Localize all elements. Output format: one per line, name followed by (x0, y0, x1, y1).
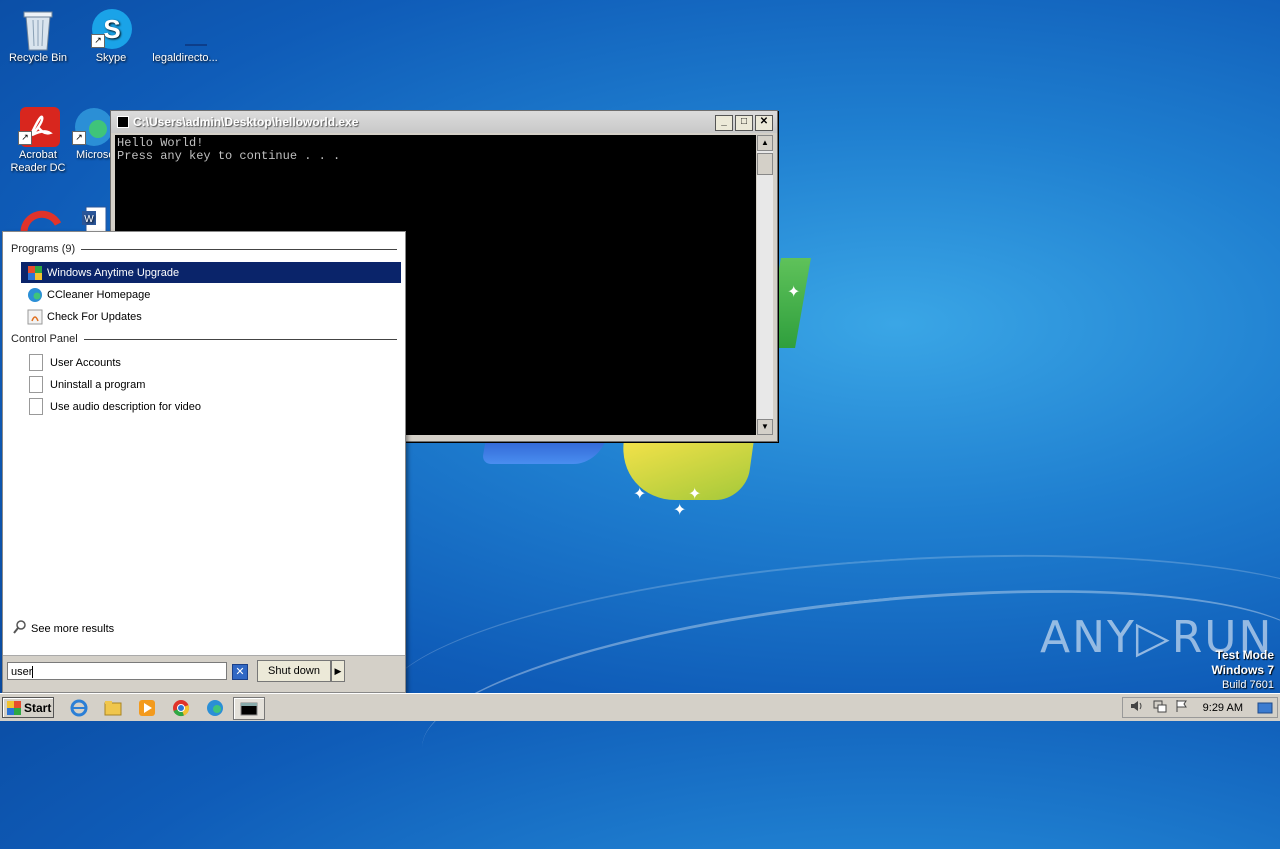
search-input-value: user (11, 666, 33, 678)
start-button[interactable]: Start (2, 697, 54, 718)
close-button[interactable]: ✕ (755, 115, 773, 131)
test-mode-line3: Build 7601 (1222, 679, 1274, 691)
ie-icon[interactable] (68, 697, 90, 718)
clock[interactable]: 9:29 AM (1203, 702, 1243, 714)
search-icon (13, 620, 27, 637)
windows-upgrade-icon (27, 265, 43, 281)
windows-logo-icon (7, 700, 21, 715)
control-panel-label: Use audio description for video (50, 400, 202, 413)
document-icon (29, 354, 43, 371)
desktop-icon-label: Skype (95, 52, 127, 64)
control-panel-section-header: Control Panel (11, 333, 397, 345)
console-titlebar[interactable]: C:\Users\admin\Desktop\helloworld.exe (111, 111, 777, 133)
recycle-bin-icon (18, 8, 58, 51)
shortcut-arrow-icon: ↗ (18, 131, 32, 145)
program-check-for-updates[interactable]: Check For Updates (21, 306, 401, 327)
desktop-icon-label: Recycle Bin (8, 52, 68, 64)
clear-search-button[interactable]: ✕ (232, 664, 248, 680)
svg-text:W: W (84, 214, 94, 225)
edge-taskbar-icon[interactable] (204, 697, 226, 718)
program-windows-anytime-upgrade[interactable]: Windows Anytime Upgrade (21, 262, 401, 283)
taskbar: Start 9:29 AM (0, 693, 1280, 721)
edge-icon: ↗ (72, 105, 112, 146)
console-line: Press any key to continue . . . (117, 149, 341, 163)
console-title: C:\Users\admin\Desktop\helloworld.exe (133, 115, 359, 129)
program-label: Windows Anytime Upgrade (47, 266, 180, 279)
see-more-label: See more results (31, 622, 115, 635)
shutdown-options-arrow[interactable]: ▶ (331, 660, 345, 682)
test-mode-text: Test Mode Windows 7 Build 7601 (1211, 648, 1274, 692)
desktop-icon-skype[interactable]: S ↗ Skype (73, 8, 149, 65)
test-mode-line2: Windows 7 (1211, 663, 1274, 677)
see-more-results-link[interactable]: See more results (13, 620, 114, 637)
control-panel-user-accounts[interactable]: User Accounts (21, 352, 401, 373)
control-panel-label: User Accounts (50, 356, 121, 369)
acrobat-icon: ↗ (18, 105, 60, 147)
scroll-down-button[interactable]: ▼ (757, 419, 773, 435)
desktop-icon-label: Microso (76, 149, 112, 161)
programs-section-header: Programs (9) (11, 243, 397, 255)
action-center-flag-icon[interactable] (1175, 699, 1189, 716)
maximize-button[interactable]: □ (735, 115, 753, 131)
search-input[interactable]: user (7, 662, 227, 680)
console-scrollbar[interactable]: ▲ ▼ (757, 135, 773, 435)
control-panel-label: Uninstall a program (50, 378, 146, 391)
programs-header-label: Programs (9) (11, 243, 76, 255)
skype-icon: S ↗ (91, 8, 132, 49)
desktop-icon-label: legaldirecto... (152, 52, 218, 64)
program-ccleaner-homepage[interactable]: CCleaner Homepage (21, 284, 401, 305)
chrome-icon[interactable] (170, 697, 192, 718)
control-panel-audio-description[interactable]: Use audio description for video (21, 396, 401, 417)
control-panel-uninstall-program[interactable]: Uninstall a program (21, 374, 401, 395)
file-icon (165, 8, 207, 48)
test-mode-line1: Test Mode (1215, 648, 1274, 662)
document-icon (29, 376, 43, 393)
desktop-icon-acrobat[interactable]: ↗ Acrobat Reader DC (0, 105, 76, 175)
program-label: Check For Updates (47, 310, 142, 323)
desktop-icon-legaldirecto[interactable]: legaldirecto... (147, 8, 223, 65)
volume-icon[interactable] (1129, 699, 1145, 716)
svg-text:S: S (103, 14, 120, 44)
media-player-icon[interactable] (136, 697, 158, 718)
start-menu-footer: user ✕ Shut down ▶ (3, 655, 405, 692)
shortcut-arrow-icon: ↗ (72, 131, 86, 145)
start-menu: Programs (9) Windows Anytime Upgrade CCl… (2, 231, 406, 693)
shortcut-arrow-icon: ↗ (91, 34, 105, 48)
desktop-icon-label: Acrobat Reader DC (10, 149, 66, 174)
desktop-icon-recycle-bin[interactable]: Recycle Bin (0, 8, 76, 65)
shutdown-button[interactable]: Shut down (257, 660, 331, 682)
edge-icon (27, 287, 43, 303)
java-update-icon (27, 309, 43, 325)
system-tray: 9:29 AM (1122, 697, 1278, 718)
explorer-icon[interactable] (102, 697, 124, 718)
program-label: CCleaner Homepage (47, 288, 151, 301)
console-app-icon (117, 116, 129, 128)
scroll-up-button[interactable]: ▲ (757, 135, 773, 151)
network-icon[interactable] (1153, 699, 1167, 716)
start-label: Start (24, 700, 52, 715)
control-panel-header-label: Control Panel (11, 333, 78, 345)
desktop-icon-microsoft-edge[interactable]: ↗ Microso (72, 105, 112, 162)
taskbar-console-button[interactable] (233, 697, 265, 720)
show-desktop-icon[interactable] (1257, 701, 1273, 718)
scroll-thumb[interactable] (757, 153, 773, 175)
document-icon (29, 398, 43, 415)
minimize-button[interactable]: _ (715, 115, 733, 131)
